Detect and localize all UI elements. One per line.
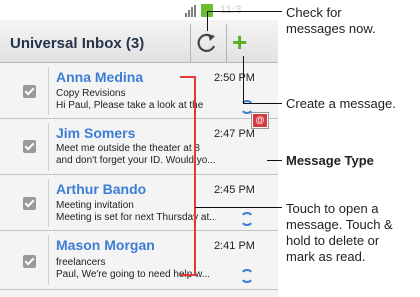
callout-check-line1: Check for bbox=[286, 5, 342, 20]
message-row[interactable]: Arthur Bando 2:45 PM Meeting invitation … bbox=[0, 175, 278, 231]
callout-line bbox=[207, 11, 282, 12]
message-row[interactable]: Jim Somers 2:47 PM Meet me outside the t… bbox=[0, 119, 278, 175]
phone-screen: 11:3 Universal Inbox (3) + Anna Medina 2… bbox=[0, 0, 278, 297]
callout-create: Create a message. bbox=[286, 96, 396, 111]
sender-name: Jim Somers bbox=[56, 125, 136, 141]
sync-icon bbox=[240, 212, 254, 226]
message-time: 2:45 PM bbox=[214, 184, 255, 196]
callout-touch-line3: hold to delete or bbox=[286, 233, 380, 248]
callout-line bbox=[207, 11, 208, 31]
callout-touch-line1: Touch to open a bbox=[286, 201, 379, 216]
row-divider bbox=[48, 235, 49, 285]
message-time: 2:41 PM bbox=[214, 240, 255, 252]
plus-icon[interactable]: + bbox=[232, 27, 247, 57]
signal-icon bbox=[185, 5, 197, 17]
checkbox-checked-icon[interactable] bbox=[23, 197, 36, 210]
message-time: 2:47 PM bbox=[214, 128, 255, 140]
sync-icon bbox=[240, 269, 254, 283]
title-divider bbox=[190, 24, 191, 62]
callout-message-type: Message Type bbox=[286, 153, 374, 168]
callout-line bbox=[243, 56, 244, 103]
checkbox-checked-icon[interactable] bbox=[23, 255, 36, 268]
message-row[interactable]: Anna Medina 2:50 PM Copy Revisions Hi Pa… bbox=[0, 63, 278, 119]
message-row[interactable]: Mason Morgan 2:41 PM freelancers Paul, W… bbox=[0, 231, 278, 290]
checkbox-checked-icon[interactable] bbox=[23, 140, 36, 153]
refresh-icon[interactable] bbox=[194, 30, 220, 56]
sender-name: Arthur Bando bbox=[56, 181, 147, 197]
row-divider bbox=[48, 67, 49, 115]
row-divider bbox=[48, 179, 49, 227]
row-divider bbox=[48, 123, 49, 171]
callout-check-line2: messages now. bbox=[286, 21, 376, 36]
checkbox-checked-icon[interactable] bbox=[23, 85, 36, 98]
sender-name: Anna Medina bbox=[56, 69, 144, 85]
callout-line bbox=[267, 160, 282, 161]
callout-line bbox=[195, 207, 282, 208]
inbox-title: Universal Inbox (3) bbox=[10, 35, 145, 52]
sender-name: Mason Morgan bbox=[56, 237, 155, 253]
status-clock: 11:3 bbox=[220, 4, 242, 16]
list-bracket bbox=[180, 76, 196, 276]
message-time: 2:50 PM bbox=[214, 72, 255, 84]
callout-touch-line2: message. Touch & bbox=[286, 217, 393, 232]
title-divider bbox=[226, 24, 227, 62]
title-bar: Universal Inbox (3) + bbox=[0, 24, 278, 63]
message-type-icon: @ bbox=[251, 112, 269, 129]
callout-touch-line4: mark as read. bbox=[286, 249, 366, 264]
callout-line bbox=[243, 103, 282, 104]
status-bar: 11:3 bbox=[0, 0, 278, 20]
